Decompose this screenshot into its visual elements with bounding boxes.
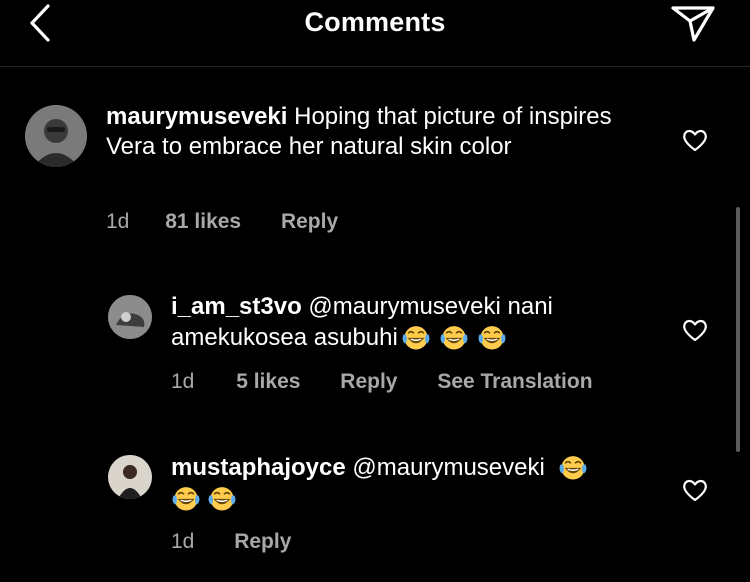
comment-text: mustaphajoyce @maurymuseveki	[171, 452, 641, 514]
reply-button[interactable]: Reply	[234, 530, 291, 554]
laughing-emoji	[207, 483, 237, 513]
comment-username[interactable]: i_am_st3vo	[171, 293, 302, 320]
see-translation-button[interactable]: See Translation	[437, 370, 592, 394]
heart-icon[interactable]	[680, 315, 710, 345]
comment-username[interactable]: mustaphajoyce	[171, 454, 346, 481]
avatar[interactable]	[25, 105, 87, 167]
comment-text: maurymuseveki Hoping that picture of ins…	[106, 102, 626, 162]
laughing-emoji	[439, 322, 469, 352]
comment-username[interactable]: maurymuseveki	[106, 103, 287, 130]
scrollbar[interactable]	[736, 207, 740, 452]
comment-meta: 1d 5 likes Reply See Translation	[171, 370, 593, 394]
comment-time: 1d	[171, 370, 195, 393]
paper-plane-icon	[671, 6, 715, 42]
heart-icon[interactable]	[680, 475, 710, 505]
comment-text: i_am_st3vo @maurymuseveki nani amekukose…	[171, 292, 641, 353]
reply-button[interactable]: Reply	[340, 370, 397, 394]
share-button[interactable]	[668, 0, 718, 46]
laughing-emoji	[558, 452, 588, 482]
avatar[interactable]	[108, 295, 152, 339]
laughing-emoji	[477, 322, 507, 352]
likes-count[interactable]: 81 likes	[165, 210, 241, 234]
heart-icon[interactable]	[680, 125, 710, 155]
likes-count[interactable]: 5 likes	[236, 370, 300, 394]
comment-body: @maurymuseveki	[352, 454, 545, 481]
laughing-emoji	[401, 322, 431, 352]
avatar[interactable]	[108, 455, 152, 499]
header-bar: Comments	[0, 0, 750, 67]
reply-button[interactable]: Reply	[281, 210, 338, 234]
comment-time: 1d	[106, 210, 130, 233]
comment-meta: 1d 81 likes Reply	[106, 210, 338, 234]
comment-meta: 1d Reply	[171, 530, 291, 554]
laughing-emoji	[171, 483, 201, 513]
page-title: Comments	[304, 7, 446, 37]
comment-time: 1d	[171, 530, 195, 553]
